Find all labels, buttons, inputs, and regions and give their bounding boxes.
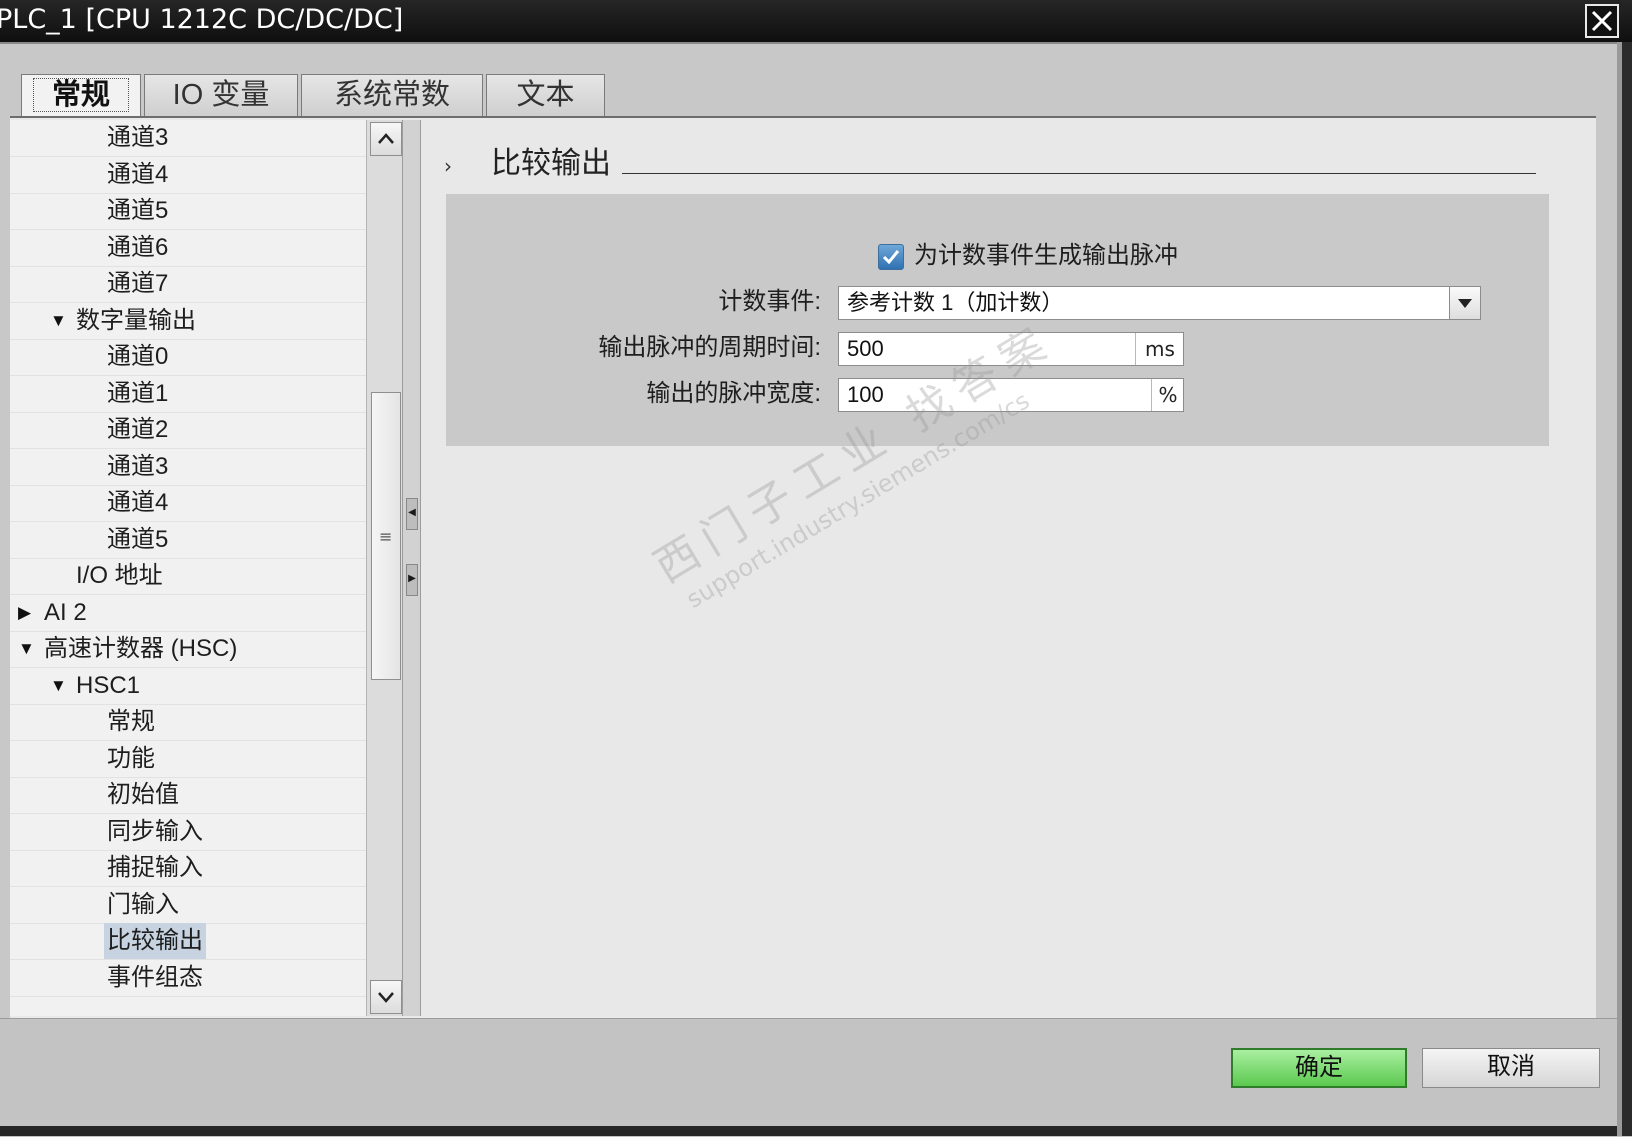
tree-item-label: HSC1 [76, 671, 141, 699]
pane-splitter[interactable]: ◀ ▶ [402, 120, 421, 1016]
expand-triangle-icon[interactable]: ▼ [50, 668, 67, 704]
navigation-tree: 通道3 通道4 通道5 通道6 通道7 ▼ 数字量输出通道0 通道1 通道2 通道3 通道4 通道5 I… [10, 120, 366, 1016]
period-input[interactable]: 500 ms [838, 332, 1184, 366]
cancel-button[interactable]: 取消 [1422, 1048, 1600, 1088]
period-unit: ms [1135, 333, 1184, 365]
collapse-triangle-icon[interactable]: ▶ [18, 595, 31, 631]
tree-item[interactable]: ▼ HSC1 [10, 668, 366, 705]
count-event-label: 计数事件: [718, 288, 821, 315]
expand-right-icon[interactable]: ▶ [406, 564, 418, 596]
generate-pulse-label[interactable]: 为计数事件生成输出脉冲 [914, 240, 1178, 272]
tree-item-label: 事件组态 [107, 963, 203, 991]
chevron-up-icon [378, 133, 394, 144]
tree-item-label: 通道5 [107, 525, 169, 553]
tree-item[interactable]: 通道3 [10, 449, 366, 486]
pulse-width-value: 100 [847, 382, 884, 407]
collapse-left-icon[interactable]: ◀ [406, 498, 418, 530]
tree-item[interactable]: 事件组态 [10, 960, 366, 997]
close-icon [1591, 10, 1613, 32]
tree-item[interactable]: 初始值 [10, 777, 366, 814]
tree-item-label: 同步输入 [107, 817, 203, 845]
period-label: 输出脉冲的周期时间: [598, 334, 821, 361]
compare-output-panel: 为计数事件生成输出脉冲 计数事件: 参考计数 1（加计数） 输出脉冲的周期时间:… [446, 194, 1549, 446]
tree-item[interactable]: 通道5 [10, 193, 366, 230]
ok-button[interactable]: 确定 [1231, 1048, 1407, 1088]
tree-item-label: 通道3 [107, 124, 169, 151]
period-value: 500 [847, 336, 884, 361]
tree-item-label: 通道5 [107, 197, 169, 224]
tree-item[interactable]: 通道4 [10, 157, 366, 194]
tree-item[interactable]: 通道7 [10, 266, 366, 303]
tree-item-label: AI 2 [44, 598, 87, 626]
pulse-width-label: 输出的脉冲宽度: [646, 380, 821, 407]
close-button[interactable] [1585, 4, 1619, 38]
tree-item-label: 通道6 [107, 233, 169, 261]
expand-triangle-icon[interactable]: ▼ [18, 631, 35, 667]
tree-item[interactable]: 通道1 [10, 376, 366, 413]
tree-item-label: 通道7 [107, 270, 169, 297]
tab-texts[interactable]: 文本 [486, 74, 605, 116]
window-title: PLC_1 [CPU 1212C DC/DC/DC] [0, 4, 404, 35]
count-event-dropdown[interactable]: 参考计数 1（加计数） [838, 286, 1481, 320]
window-edge [1622, 42, 1632, 1136]
tab-general-label: 常规 [32, 78, 129, 112]
tree-item-label: 通道4 [107, 160, 169, 188]
count-event-value: 参考计数 1（加计数） [847, 290, 1064, 315]
pulse-width-unit: % [1151, 379, 1184, 411]
tree-item-label: 数字量输出 [76, 306, 196, 334]
pulse-width-input[interactable]: 100 % [838, 378, 1184, 412]
tab-system-constants[interactable]: 系统常数 [301, 74, 483, 116]
tree-item-label: 通道0 [107, 343, 169, 370]
window-titlebar: PLC_1 [CPU 1212C DC/DC/DC] [0, 0, 1632, 44]
chevron-down-icon [378, 992, 394, 1003]
tree-item[interactable]: ▶ AI 2 [10, 595, 366, 632]
tree-item-label: 捕捉输入 [107, 854, 203, 881]
tree-item-label: 高速计数器 (HSC) [44, 635, 238, 662]
section-divider [622, 173, 1536, 174]
dropdown-button[interactable] [1449, 287, 1480, 319]
tree-item[interactable]: 通道4 [10, 485, 366, 522]
tree-item-label: 常规 [107, 708, 155, 735]
tab-io-tags[interactable]: IO 变量 [144, 74, 298, 116]
scroll-thumb[interactable]: ≡ [371, 392, 401, 680]
tree-item[interactable]: 通道3 [10, 120, 366, 157]
tree-item-label: 门输入 [107, 890, 179, 918]
section-expand-icon[interactable]: › [444, 154, 452, 178]
tree-item[interactable]: 通道6 [10, 230, 366, 267]
tree-item-label: 功能 [107, 744, 155, 772]
tree-item[interactable]: ▼ 数字量输出 [10, 303, 366, 340]
tree-item[interactable]: 常规 [10, 704, 366, 741]
expand-triangle-icon[interactable]: ▼ [50, 303, 67, 339]
tree-item-label: 比较输出 [104, 923, 206, 959]
dropdown-arrow-icon [1458, 299, 1472, 308]
scroll-down-button[interactable] [370, 980, 402, 1014]
tree-item[interactable]: 通道0 [10, 339, 366, 376]
tree-item[interactable]: 捕捉输入 [10, 850, 366, 887]
tree-item[interactable]: 同步输入 [10, 814, 366, 851]
properties-pane: › 比较输出 为计数事件生成输出脉冲 计数事件: 参考计数 1（加计数） 输出脉… [421, 120, 1596, 1016]
tree-item[interactable]: 门输入 [10, 887, 366, 924]
tree-scrollbar[interactable]: ≡ [366, 120, 403, 1016]
tree-item-label: 通道4 [107, 489, 169, 516]
tree-item[interactable]: ▼ 高速计数器 (HSC) [10, 631, 366, 668]
tree-item[interactable]: 通道2 [10, 412, 366, 449]
tree-item[interactable]: I/O 地址 [10, 558, 366, 595]
tree-item-label: I/O 地址 [76, 562, 163, 589]
generate-pulse-checkbox[interactable] [878, 244, 904, 270]
tree-item-label: 初始值 [107, 781, 179, 808]
scroll-up-button[interactable] [370, 122, 402, 156]
tree-item[interactable]: 功能 [10, 741, 366, 778]
grip-icon: ≡ [379, 527, 393, 546]
tree-item-label: 通道1 [107, 379, 169, 407]
window-bottom-edge [0, 1126, 1617, 1136]
tree-item-label: 通道3 [107, 452, 169, 480]
section-title: 比较输出 [491, 147, 611, 180]
checkmark-icon [882, 250, 900, 265]
tree-item-label: 通道2 [107, 416, 169, 443]
tree-item[interactable]: 比较输出 [10, 923, 366, 960]
tree-item[interactable]: 通道5 [10, 522, 366, 559]
tab-general[interactable]: 常规 [21, 74, 141, 118]
